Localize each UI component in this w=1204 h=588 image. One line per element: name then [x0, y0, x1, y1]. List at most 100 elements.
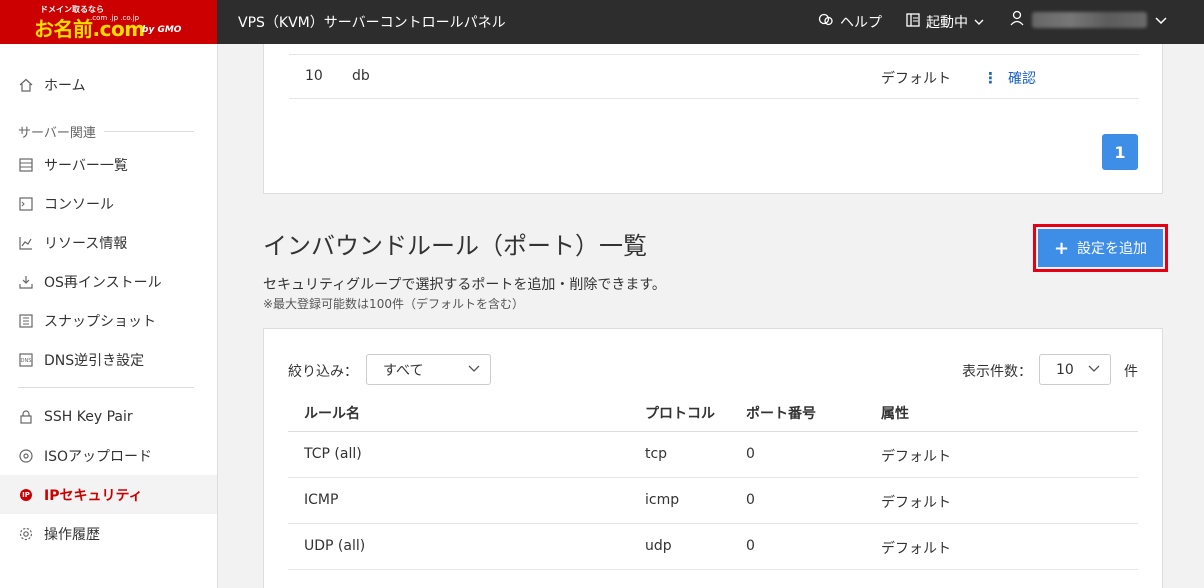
- page-size-select[interactable]: 10: [1039, 354, 1111, 385]
- row-name: db: [352, 68, 370, 84]
- sidebar: ホーム サーバー関連 サーバー一覧 コンソール リソース情報 OS再インストール…: [0, 44, 218, 588]
- sidebar-item-ssh-key-pair[interactable]: SSH Key Pair: [0, 397, 217, 436]
- logo-gmo: by GMO: [142, 25, 182, 35]
- chevron-down-icon: [1088, 361, 1100, 375]
- rule-protocol: udp: [645, 538, 672, 554]
- sidebar-item-resources[interactable]: リソース情報: [0, 223, 217, 262]
- lock-icon: [18, 409, 34, 425]
- table-row[interactable]: TCP (all) tcp 0 デフォルト: [288, 432, 1138, 478]
- plus-icon: +: [1053, 237, 1070, 259]
- dns-icon: DNS: [18, 352, 34, 368]
- security-group-panel: 10 db デフォルト ⋮ 確認 1: [263, 44, 1163, 194]
- column-header-protocol[interactable]: プロトコル: [645, 403, 715, 423]
- add-setting-button[interactable]: + 設定を追加: [1038, 229, 1163, 267]
- user-name-redacted: [1032, 12, 1147, 28]
- main-content: 10 db デフォルト ⋮ 確認 1 インバウンドルール（ポート）一覧 + 設定を…: [218, 44, 1204, 588]
- kebab-icon: ⋮: [983, 69, 998, 87]
- rule-name: TCP (all): [304, 446, 362, 462]
- ip-icon: IP: [20, 488, 32, 501]
- rule-attribute: デフォルト: [881, 449, 951, 465]
- sidebar-item-dns-reverse[interactable]: DNS DNS逆引き設定: [0, 340, 217, 379]
- sidebar-divider: [18, 387, 194, 388]
- page-title: インバウンドルール（ポート）一覧: [263, 232, 647, 260]
- sidebar-item-label: 操作履歴: [44, 526, 100, 543]
- server-status-dropdown[interactable]: 起動中: [906, 12, 984, 32]
- row-attribute: デフォルト: [881, 71, 951, 87]
- sidebar-item-label: ISOアップロード: [44, 448, 153, 465]
- sidebar-item-server-list[interactable]: サーバー一覧: [0, 145, 217, 184]
- table-row: 10 db デフォルト ⋮ 確認: [289, 54, 1139, 99]
- rule-name: ICMP: [304, 492, 339, 508]
- confirm-link[interactable]: ⋮ 確認: [983, 68, 1036, 88]
- console-icon: [18, 196, 34, 212]
- sidebar-item-home[interactable]: ホーム: [0, 65, 217, 104]
- user-icon: [1010, 10, 1024, 30]
- column-header-name[interactable]: ルール名: [304, 403, 360, 423]
- pagination-page-1[interactable]: 1: [1102, 134, 1138, 170]
- confirm-link-label: 確認: [1008, 71, 1036, 87]
- logo-tld: .com .jp .co.jp: [90, 14, 140, 22]
- sidebar-item-operation-history[interactable]: 操作履歴: [0, 514, 217, 553]
- table-row[interactable]: UDP (all) udp 0 デフォルト: [288, 524, 1138, 570]
- sidebar-item-label: コンソール: [44, 196, 114, 213]
- rule-attribute: デフォルト: [881, 541, 951, 557]
- gear-icon: [18, 526, 34, 542]
- chat-bubble-icon: [818, 13, 834, 31]
- rule-attribute: デフォルト: [881, 495, 951, 511]
- filter-value: すべて: [383, 362, 424, 379]
- rule-port: 0: [746, 538, 755, 554]
- inbound-rules-panel: 絞り込み： すべて 表示件数： 10 件 ルール名 プロトコル ポート番号 属性…: [263, 328, 1163, 588]
- page-size-unit: 件: [1124, 364, 1138, 380]
- rule-port: 0: [746, 492, 755, 508]
- sidebar-item-label: サーバー一覧: [44, 157, 128, 174]
- sidebar-item-iso-upload[interactable]: ISOアップロード: [0, 436, 217, 475]
- chevron-down-icon: [468, 361, 480, 375]
- sidebar-item-label: SSH Key Pair: [44, 408, 133, 425]
- server-list-icon: [18, 157, 34, 173]
- page-size-label: 表示件数：: [962, 364, 1032, 380]
- sidebar-item-console[interactable]: コンソール: [0, 184, 217, 223]
- sidebar-item-ip-security[interactable]: IP IPセキュリティ: [0, 475, 217, 514]
- user-menu[interactable]: [1010, 10, 1167, 30]
- rule-port: 0: [746, 446, 755, 462]
- sidebar-item-label: DNS逆引き設定: [44, 352, 145, 369]
- chevron-down-icon: [1155, 12, 1167, 28]
- rule-protocol: tcp: [645, 446, 668, 462]
- column-header-attribute[interactable]: 属性: [881, 403, 909, 423]
- section-note: ※最大登録可能数は100件（デフォルトを含む）: [263, 297, 524, 311]
- section-label: サーバー関連: [18, 126, 96, 141]
- server-status-label: 起動中: [926, 15, 968, 31]
- sidebar-item-label: IPセキュリティ: [44, 487, 143, 504]
- sidebar-item-label: リソース情報: [44, 235, 128, 252]
- sidebar-item-label: ホーム: [44, 77, 86, 94]
- sidebar-item-os-reinstall[interactable]: OS再インストール: [0, 262, 217, 301]
- home-icon: [18, 77, 34, 93]
- chart-icon: [18, 235, 34, 251]
- rule-protocol: icmp: [645, 492, 680, 508]
- column-header-port[interactable]: ポート番号: [746, 403, 816, 423]
- table-header: ルール名 プロトコル ポート番号 属性: [288, 393, 1138, 432]
- reinstall-icon: [18, 274, 34, 290]
- sidebar-item-label: スナップショット: [44, 313, 156, 330]
- row-number: 10: [305, 68, 323, 84]
- snapshot-icon: [18, 313, 34, 329]
- table-row[interactable]: ICMP icmp 0 デフォルト: [288, 478, 1138, 524]
- sidebar-section-server: サーバー関連: [18, 122, 194, 141]
- server-status-icon: [906, 13, 920, 31]
- rule-name: UDP (all): [304, 538, 366, 554]
- filter-label: 絞り込み：: [288, 364, 358, 380]
- add-setting-label: 設定を追加: [1077, 241, 1148, 257]
- disc-icon: [18, 448, 34, 464]
- chevron-down-icon: [974, 14, 984, 30]
- onamae-logo[interactable]: ドメイン取るなら お名前.com .com .jp .co.jp by GMO: [0, 0, 217, 44]
- sidebar-item-label: OS再インストール: [44, 274, 162, 291]
- top-bar: ドメイン取るなら お名前.com .com .jp .co.jp by GMO …: [0, 0, 1204, 44]
- section-description: セキュリティグループで選択するポートを追加・削除できます。: [263, 277, 666, 293]
- filter-select[interactable]: すべて: [366, 354, 491, 385]
- sidebar-item-snapshot[interactable]: スナップショット: [0, 301, 217, 340]
- app-title: VPS（KVM）サーバーコントロールパネル: [238, 15, 506, 31]
- page-size-value: 10: [1056, 361, 1074, 378]
- help-label: ヘルプ: [840, 15, 882, 31]
- svg-text:DNS: DNS: [21, 358, 32, 364]
- help-link[interactable]: ヘルプ: [818, 12, 882, 32]
